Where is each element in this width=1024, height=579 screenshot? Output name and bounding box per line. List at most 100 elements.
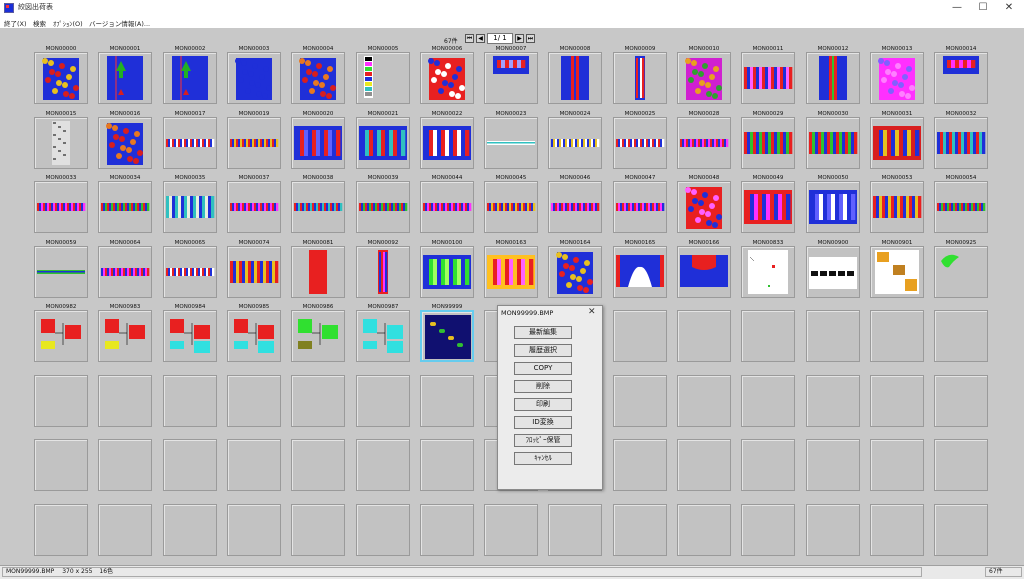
menu-exit[interactable]: 終了(X) xyxy=(4,18,27,28)
thumbnail-cell[interactable] xyxy=(420,52,474,104)
dialog-close-icon[interactable]: ✕ xyxy=(588,307,596,317)
dialog-title: MON99999.BMP xyxy=(501,309,554,317)
thumbnail-cell[interactable] xyxy=(484,117,538,169)
thumbnail-cell[interactable] xyxy=(613,246,667,298)
thumbnail-cell[interactable] xyxy=(163,310,217,362)
thumbnail-image xyxy=(937,132,986,154)
thumbnail-cell[interactable] xyxy=(291,181,345,233)
thumbnail-cell[interactable] xyxy=(548,52,602,104)
thumbnail-cell[interactable] xyxy=(227,181,281,233)
thumbnail-cell[interactable] xyxy=(613,117,667,169)
history-select-button[interactable]: 履歴選択 xyxy=(514,344,572,357)
next-page-button[interactable]: ▶ xyxy=(515,34,524,43)
thumbnail-image xyxy=(878,58,915,100)
menu-search[interactable]: 検索 xyxy=(33,18,46,28)
empty-thumbnail-cell xyxy=(227,504,281,556)
thumbnail-cell[interactable] xyxy=(870,117,924,169)
thumbnail-cell[interactable] xyxy=(806,246,860,298)
thumbnail-cell[interactable] xyxy=(806,52,860,104)
thumbnail-cell[interactable] xyxy=(677,117,731,169)
close-button[interactable]: ✕ xyxy=(996,0,1022,16)
thumbnail-cell[interactable] xyxy=(484,52,538,104)
id-convert-button[interactable]: ID変換 xyxy=(514,416,572,429)
menu-options[interactable]: ｵﾌﾟｼｮﾝ(O) xyxy=(53,18,83,28)
thumbnail-cell[interactable] xyxy=(98,246,152,298)
thumbnail-cell[interactable] xyxy=(741,246,795,298)
floppy-save-button[interactable]: ﾌﾛｯﾋﾟｰ保管 xyxy=(514,434,572,447)
status-image-size: 370 x 255 xyxy=(62,568,93,575)
thumbnail-image xyxy=(680,255,728,287)
thumbnail-cell[interactable] xyxy=(934,181,988,233)
thumbnail-cell[interactable] xyxy=(98,310,152,362)
print-button[interactable]: 印刷 xyxy=(514,398,572,411)
thumbnail-cell[interactable] xyxy=(548,181,602,233)
thumbnail-cell[interactable] xyxy=(98,52,152,104)
thumbnail-cell[interactable] xyxy=(291,310,345,362)
cancel-button[interactable]: ｷｬﾝｾﾙ xyxy=(514,452,572,465)
thumbnail-cell[interactable] xyxy=(420,181,474,233)
prev-page-button[interactable]: ◀ xyxy=(476,34,485,43)
thumbnail-image xyxy=(166,268,215,276)
maximize-button[interactable]: ☐ xyxy=(970,0,996,16)
thumbnail-cell[interactable] xyxy=(613,52,667,104)
thumbnail-cell[interactable] xyxy=(934,52,988,104)
thumbnail-cell[interactable] xyxy=(677,246,731,298)
thumbnail-cell[interactable] xyxy=(741,117,795,169)
thumbnail-cell[interactable] xyxy=(741,52,795,104)
thumbnail-cell[interactable] xyxy=(356,117,410,169)
latest-edit-button[interactable]: 最新編集 xyxy=(514,326,572,339)
thumbnail-cell[interactable] xyxy=(677,52,731,104)
thumbnail-cell[interactable] xyxy=(870,246,924,298)
thumbnail-cell[interactable] xyxy=(613,181,667,233)
first-page-button[interactable]: ⏮ xyxy=(465,34,474,43)
thumbnail-cell[interactable] xyxy=(870,52,924,104)
thumbnail-cell[interactable] xyxy=(806,181,860,233)
thumbnail-cell[interactable] xyxy=(548,246,602,298)
thumbnail-cell[interactable] xyxy=(34,52,88,104)
thumbnail-cell[interactable] xyxy=(34,181,88,233)
thumbnail-cell[interactable] xyxy=(34,117,88,169)
thumbnail-cell[interactable] xyxy=(356,246,410,298)
empty-thumbnail-cell xyxy=(677,504,731,556)
thumbnail-cell[interactable] xyxy=(163,246,217,298)
delete-button[interactable]: 削除 xyxy=(514,380,572,393)
thumbnail-cell[interactable] xyxy=(98,117,152,169)
thumbnail-cell[interactable] xyxy=(291,117,345,169)
thumbnail-cell[interactable] xyxy=(163,181,217,233)
thumbnail-cell[interactable] xyxy=(163,117,217,169)
thumbnail-image xyxy=(359,126,407,160)
last-page-button[interactable]: ⏭ xyxy=(526,34,535,43)
copy-button[interactable]: COPY xyxy=(514,362,572,375)
thumbnail-cell[interactable] xyxy=(227,52,281,104)
thumbnail-cell[interactable] xyxy=(227,117,281,169)
thumbnail-image xyxy=(234,319,274,353)
thumbnail-cell[interactable] xyxy=(356,52,410,104)
thumbnail-cell[interactable] xyxy=(34,246,88,298)
empty-thumbnail-cell xyxy=(98,504,152,556)
thumbnail-cell[interactable] xyxy=(420,246,474,298)
thumbnail-cell[interactable] xyxy=(677,181,731,233)
thumbnail-cell[interactable] xyxy=(291,52,345,104)
thumbnail-cell[interactable] xyxy=(806,117,860,169)
thumbnail-image xyxy=(941,254,959,268)
thumbnail-cell[interactable] xyxy=(356,310,410,362)
thumbnail-cell[interactable] xyxy=(484,246,538,298)
thumbnail-cell[interactable] xyxy=(870,181,924,233)
thumbnail-cell[interactable] xyxy=(934,117,988,169)
thumbnail-cell[interactable] xyxy=(98,181,152,233)
thumbnail-cell[interactable] xyxy=(741,181,795,233)
thumbnail-cell[interactable] xyxy=(420,117,474,169)
thumbnail-cell[interactable] xyxy=(484,181,538,233)
thumbnail-cell[interactable] xyxy=(34,310,88,362)
thumbnail-cell[interactable] xyxy=(420,310,474,362)
thumbnail-image xyxy=(809,190,857,224)
thumbnail-cell[interactable] xyxy=(934,246,988,298)
menu-version-info[interactable]: バージョン情報(A)... xyxy=(89,18,150,28)
thumbnail-cell[interactable] xyxy=(227,246,281,298)
thumbnail-cell[interactable] xyxy=(291,246,345,298)
thumbnail-cell[interactable] xyxy=(227,310,281,362)
thumbnail-cell[interactable] xyxy=(548,117,602,169)
minimize-button[interactable]: — xyxy=(944,0,970,16)
thumbnail-cell[interactable] xyxy=(356,181,410,233)
thumbnail-cell[interactable] xyxy=(163,52,217,104)
